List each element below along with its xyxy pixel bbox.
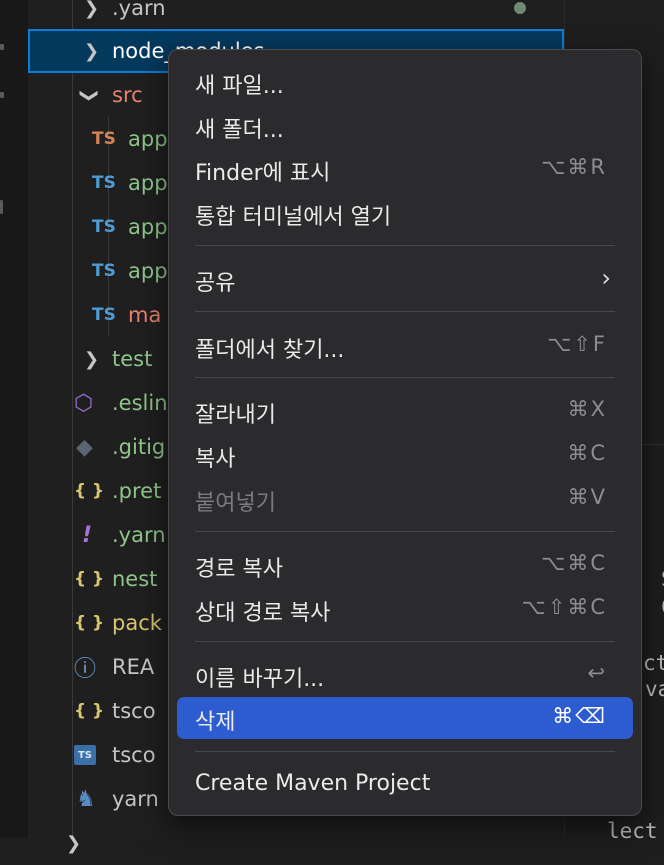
yarn-icon: ♞ [76, 786, 96, 812]
activity-marker [0, 92, 4, 98]
menu-shortcut: ⌘V [567, 485, 607, 509]
typescript-config-icon: TS [74, 745, 96, 765]
tree-item-label: test [112, 347, 153, 371]
menu-item-label: 삭제 [195, 710, 236, 735]
menu-separator [195, 311, 615, 312]
menu-item-label: 공유 [195, 271, 236, 296]
chevron-right-icon: ❯ [84, 348, 100, 370]
chevron-right-icon: › [601, 264, 611, 292]
menu-item-paste: 붙여넣기 ⌘V [177, 478, 633, 520]
menu-item-copy[interactable]: 복사 ⌘C [177, 434, 633, 476]
tree-item-label: yarn [112, 787, 159, 811]
context-menu: 새 파일... 새 폴더... Finder에 표시 ⌥⌘R 통합 터미널에서 … [168, 49, 642, 816]
menu-item-label: 복사 [195, 447, 236, 472]
menu-shortcut: ⌘X [567, 397, 607, 421]
chevron-right-icon: ❯ [84, 0, 100, 19]
tree-item-label: .eslin [112, 391, 168, 415]
menu-item-copy-relative-path[interactable]: 상대 경로 복사 ⌥⇧⌘C [177, 588, 633, 630]
json-braces-icon: { } [74, 701, 105, 721]
info-icon: ⓘ [74, 657, 97, 682]
tree-item-label: .pret [112, 479, 162, 503]
menu-item-label: 폴더에서 찾기... [195, 338, 345, 363]
chevron-down-icon: ❯ [79, 87, 101, 103]
activity-bar [0, 0, 28, 838]
tree-item-label: .yarn [112, 523, 166, 547]
return-key-icon: ↩ [587, 661, 607, 685]
editor-text-fragment: lect [607, 819, 658, 843]
menu-item-create-maven-project[interactable]: Create Maven Project [177, 764, 633, 806]
menu-separator [195, 751, 615, 752]
menu-item-label: 통합 터미널에서 열기 [195, 205, 392, 230]
menu-item-label: 새 폴더... [195, 118, 284, 143]
menu-item-open-in-terminal[interactable]: 통합 터미널에서 열기 [177, 192, 633, 234]
typescript-icon: TS [92, 129, 116, 149]
tree-item-label: pack [112, 611, 162, 635]
tree-row-yarn-folder[interactable]: ❯ .yarn [28, 0, 564, 30]
menu-item-share[interactable]: 공유 › [177, 258, 633, 300]
activity-marker [0, 200, 3, 214]
tree-item-label: ma [128, 303, 162, 327]
menu-separator [195, 245, 615, 246]
menu-item-label: 상대 경로 복사 [195, 601, 331, 626]
tree-item-label: .gitig [112, 435, 166, 459]
json-braces-icon: { } [74, 569, 105, 589]
tree-item-label: tsco [112, 699, 156, 723]
menu-item-label: 잘라내기 [195, 403, 276, 428]
menu-item-cut[interactable]: 잘라내기 ⌘X [177, 390, 633, 432]
tree-item-label: app [128, 259, 168, 283]
tree-row-partial[interactable]: ❯ [28, 821, 564, 865]
menu-shortcut: ⌥⇧F [547, 332, 607, 356]
menu-item-new-folder[interactable]: 새 폴더... [177, 105, 633, 147]
tree-item-label: REA [112, 655, 155, 679]
editor-text-fragment: ctd [643, 651, 664, 675]
menu-separator [195, 377, 615, 378]
exclamation-icon: ! [82, 522, 93, 548]
json-braces-icon: { } [74, 481, 105, 501]
menu-item-delete[interactable]: 삭제 ⌘⌫ [177, 697, 633, 739]
menu-shortcut: ⌥⇧⌘C [521, 595, 607, 619]
tree-item-label: .yarn [112, 0, 166, 20]
typescript-icon: TS [92, 261, 116, 281]
menu-item-label: 경로 복사 [195, 557, 283, 582]
git-status-dot [514, 2, 526, 14]
json-braces-icon: { } [74, 613, 105, 633]
editor-text-fragment: va [645, 677, 664, 701]
menu-separator [195, 531, 615, 532]
chevron-right-icon: ❯ [66, 832, 82, 854]
menu-item-new-file[interactable]: 새 파일... [177, 61, 633, 103]
tree-item-label: app [128, 171, 168, 195]
menu-shortcut: ⌥⌘R [541, 155, 607, 179]
menu-item-label: 이름 바꾸기... [195, 667, 325, 692]
tree-item-label: app [128, 215, 168, 239]
menu-separator [195, 641, 615, 642]
typescript-icon: TS [92, 305, 116, 325]
typescript-icon: TS [92, 173, 116, 193]
menu-item-rename[interactable]: 이름 바꾸기... ↩ [177, 654, 633, 696]
activity-marker [0, 44, 4, 50]
menu-item-label: 새 파일... [195, 74, 284, 99]
tree-item-label: app [128, 127, 168, 151]
menu-item-reveal-in-finder[interactable]: Finder에 표시 ⌥⌘R [177, 148, 633, 190]
menu-item-find-in-folder[interactable]: 폴더에서 찾기... ⌥⇧F [177, 325, 633, 367]
menu-item-label: Finder에 표시 [195, 161, 331, 186]
tree-item-label: nest [112, 567, 158, 591]
git-icon: ◆ [76, 434, 93, 460]
menu-shortcut: ⌘⌫ [552, 704, 607, 728]
tree-item-label: tsco [112, 743, 156, 767]
typescript-icon: TS [92, 217, 116, 237]
menu-item-copy-path[interactable]: 경로 복사 ⌥⌘C [177, 544, 633, 586]
menu-shortcut: ⌥⌘C [541, 551, 607, 575]
eslint-icon: ⬡ [74, 390, 94, 416]
chevron-right-icon: ❯ [84, 40, 100, 62]
tree-item-label: src [112, 83, 143, 107]
menu-item-label: 붙여넣기 [195, 491, 276, 516]
menu-shortcut: ⌘C [567, 441, 607, 465]
menu-item-label: Create Maven Project [195, 771, 431, 796]
